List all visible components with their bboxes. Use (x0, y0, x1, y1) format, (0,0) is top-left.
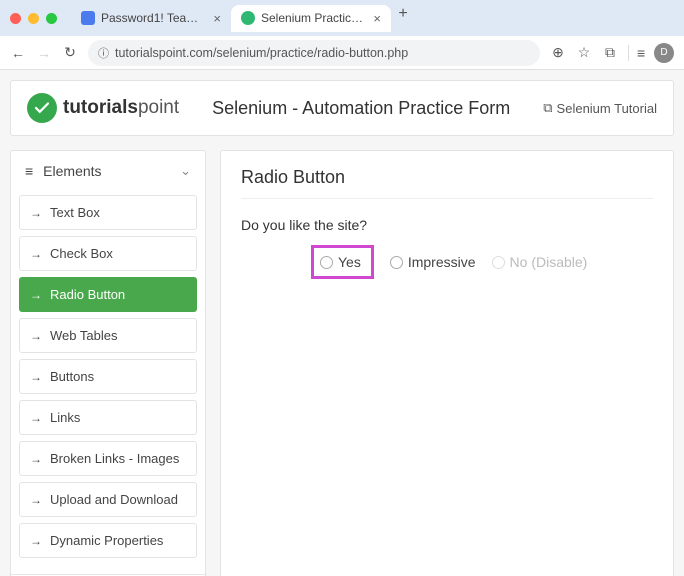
page-header: tutorialspoint Selenium - Automation Pra… (10, 80, 674, 136)
zoom-icon[interactable]: ⊕ (550, 44, 566, 61)
close-icon[interactable]: × (373, 11, 381, 26)
section-label: Elements (43, 163, 101, 179)
reload-button[interactable]: ↻ (62, 44, 78, 61)
sidebar-item-web-tables[interactable]: →Web Tables (19, 318, 197, 353)
arrow-right-icon: → (30, 493, 42, 507)
sidebar-item-broken-links[interactable]: →Broken Links - Images (19, 441, 197, 476)
favicon (81, 11, 95, 25)
radio-label: No (Disable) (510, 254, 588, 270)
sidebar-items-elements: →Text Box →Check Box →Radio Button →Web … (11, 191, 205, 574)
profile-avatar[interactable]: D (654, 43, 674, 63)
page-viewport: tutorialspoint Selenium - Automation Pra… (0, 70, 684, 576)
radio-option-yes[interactable]: Yes (320, 254, 361, 270)
bookmark-icon[interactable]: ☆ (576, 44, 592, 61)
arrow-right-icon: → (30, 370, 42, 384)
url-text: tutorialspoint.com/selenium/practice/rad… (115, 46, 408, 60)
sidebar-item-check-box[interactable]: →Check Box (19, 236, 197, 271)
arrow-right-icon: → (30, 206, 42, 220)
tab-title: Selenium Practice - Radio Bu (261, 11, 363, 25)
radio-option-impressive[interactable]: Impressive (390, 254, 476, 270)
browser-titlebar: Password1! Team | Test Resu… × Selenium … (0, 0, 684, 36)
sidebar-item-dynamic-properties[interactable]: →Dynamic Properties (19, 523, 197, 558)
sidebar-item-links[interactable]: →Links (19, 400, 197, 435)
tab-title: Password1! Team | Test Resu… (101, 11, 203, 25)
address-bar[interactable]: ⓘ tutorialspoint.com/selenium/practice/r… (88, 40, 540, 66)
radio-option-no: No (Disable) (492, 254, 588, 270)
window-controls (10, 13, 57, 24)
selenium-tutorial-link[interactable]: ⧉ Selenium Tutorial (543, 100, 657, 116)
tab-1[interactable]: Selenium Practice - Radio Bu × (231, 5, 391, 32)
maximize-window-button[interactable] (46, 13, 57, 24)
main-panel: Radio Button Do you like the site? Yes I… (220, 150, 674, 576)
radio-group: Yes Impressive No (Disable) (241, 245, 653, 279)
page-title: Selenium - Automation Practice Form (212, 98, 510, 119)
arrow-right-icon: → (30, 247, 42, 261)
arrow-right-icon: → (30, 288, 42, 302)
new-tab-button[interactable]: + (391, 5, 415, 32)
highlight-annotation: Yes (311, 245, 374, 279)
favicon (241, 11, 255, 25)
sidebar: ≡ Elements ⌄ →Text Box →Check Box →Radio… (10, 150, 206, 576)
tab-0[interactable]: Password1! Team | Test Resu… × (71, 5, 231, 32)
radio-icon (492, 256, 505, 269)
sidebar-item-upload-download[interactable]: →Upload and Download (19, 482, 197, 517)
reader-icon[interactable]: ≡ (628, 45, 644, 61)
chevron-down-icon: ⌄ (180, 163, 191, 179)
sidebar-item-buttons[interactable]: →Buttons (19, 359, 197, 394)
extensions-icon[interactable]: ⧉ (602, 44, 618, 61)
close-icon[interactable]: × (213, 11, 221, 26)
forward-button[interactable]: → (36, 45, 52, 61)
radio-label: Yes (338, 254, 361, 270)
tab-strip: Password1! Team | Test Resu… × Selenium … (71, 5, 674, 32)
arrow-right-icon: → (30, 452, 42, 466)
arrow-right-icon: → (30, 329, 42, 343)
radio-label: Impressive (408, 254, 476, 270)
sidebar-header-elements[interactable]: ≡ Elements ⌄ (11, 151, 205, 191)
browser-toolbar: ← → ↻ ⓘ tutorialspoint.com/selenium/prac… (0, 36, 684, 70)
arrow-right-icon: → (30, 534, 42, 548)
content-wrapper: ≡ Elements ⌄ →Text Box →Check Box →Radio… (0, 136, 684, 576)
site-info-icon[interactable]: ⓘ (98, 45, 109, 61)
radio-icon (320, 256, 333, 269)
main-heading: Radio Button (241, 167, 653, 199)
site-logo[interactable]: tutorialspoint (27, 93, 179, 123)
external-link-icon: ⧉ (543, 100, 552, 116)
arrow-right-icon: → (30, 411, 42, 425)
back-button[interactable]: ← (10, 45, 26, 61)
logo-mark-icon (27, 93, 57, 123)
close-window-button[interactable] (10, 13, 21, 24)
question-text: Do you like the site? (241, 217, 653, 233)
sidebar-item-text-box[interactable]: →Text Box (19, 195, 197, 230)
minimize-window-button[interactable] (28, 13, 39, 24)
sidebar-section-elements: ≡ Elements ⌄ →Text Box →Check Box →Radio… (11, 151, 205, 575)
menu-icon: ≡ (25, 163, 33, 179)
radio-icon (390, 256, 403, 269)
sidebar-item-radio-button[interactable]: →Radio Button (19, 277, 197, 312)
logo-text: tutorialspoint (63, 97, 179, 119)
